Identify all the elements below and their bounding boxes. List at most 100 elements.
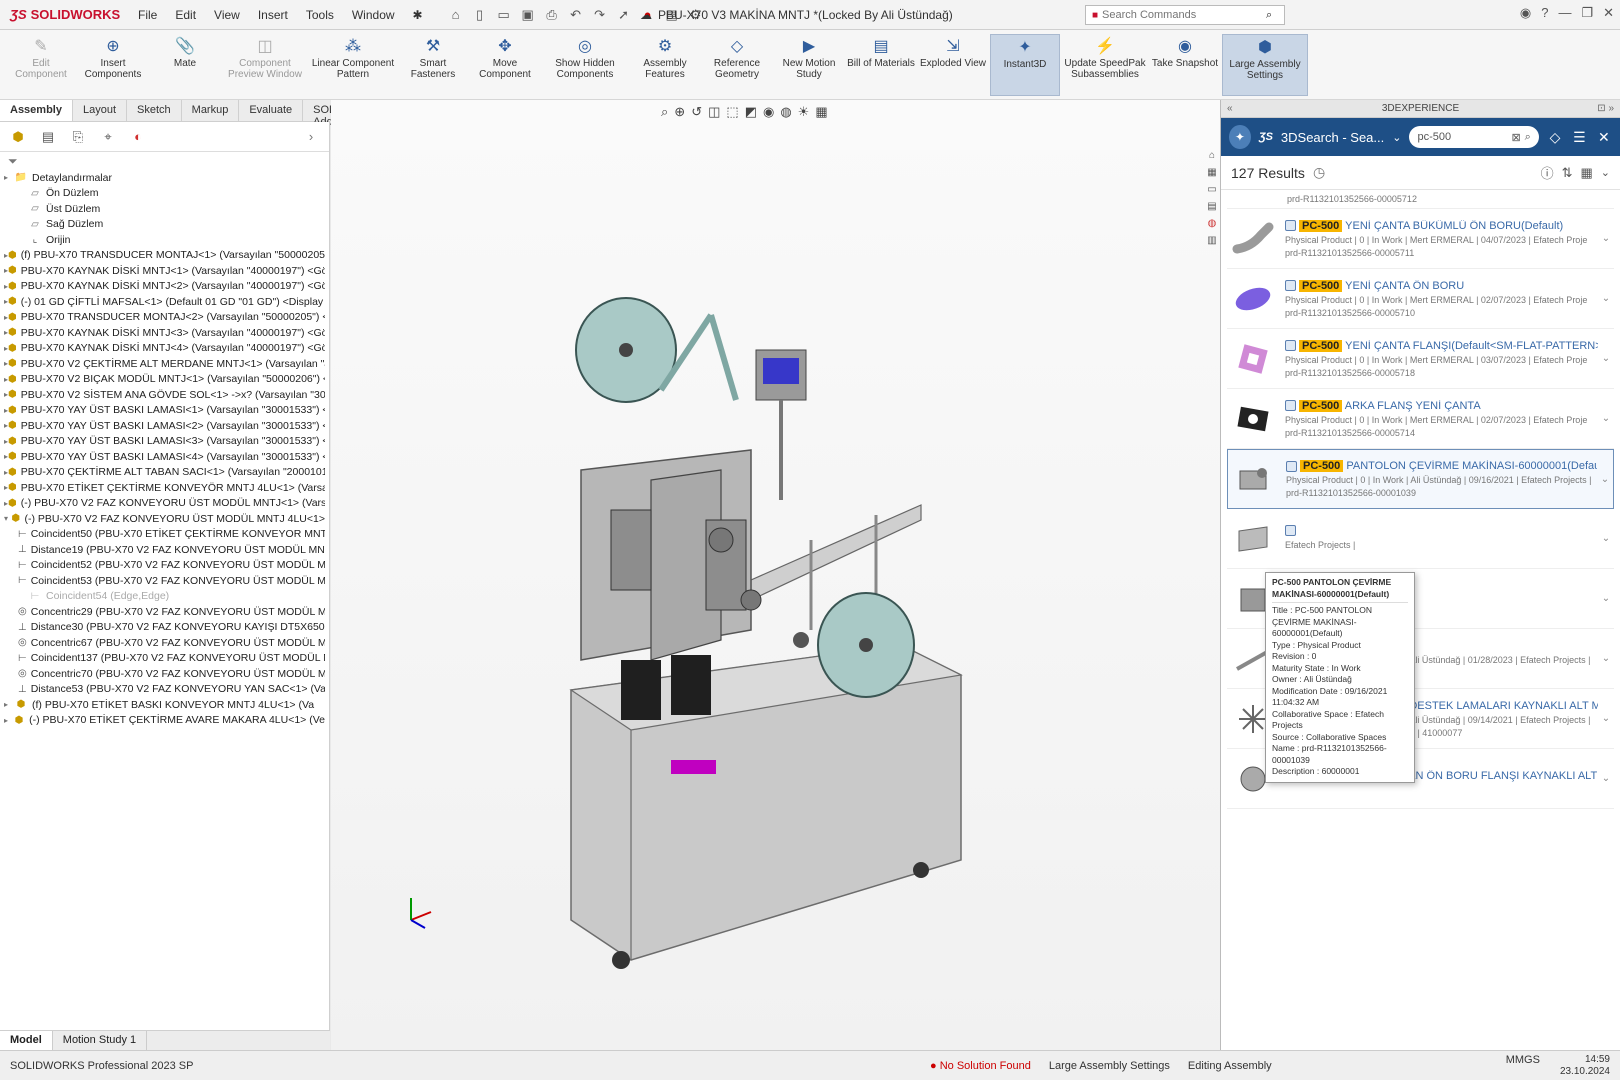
units-selector[interactable]: MMGS [1506, 1054, 1540, 1078]
tree-node[interactable]: ⊢ Coincident52 (PBU-X70 V2 FAZ KONVEYORU … [4, 558, 325, 574]
solidworks-logo[interactable]: ƷS SOLIDWORKS [0, 7, 130, 22]
user-account-icon[interactable]: ◉ [1520, 5, 1531, 21]
tab-markup[interactable]: Markup [182, 100, 240, 121]
app-name[interactable]: 3DSearch - Sea... [1281, 130, 1384, 145]
tree-node[interactable]: ▸ ⬢ (-) PBU-X70 ETİKET ÇEKTİRME AVARE MAKA… [4, 713, 325, 729]
tree-node[interactable]: ◎ Concentric29 (PBU-X70 V2 FAZ KONVEYORU … [4, 604, 325, 620]
tree-node[interactable]: ⊢ Coincident137 (PBU-X70 V2 FAZ KONVEYORU… [4, 651, 325, 667]
tree-node[interactable]: ⊥ Distance30 (PBU-X70 V2 FAZ KONVEYORU KA… [4, 620, 325, 636]
tree-node[interactable]: ⊥ Distance53 (PBU-X70 V2 FAZ KONVEYORU YA… [4, 682, 325, 698]
menu-edit[interactable]: Edit [167, 5, 204, 25]
tree-node[interactable]: ▸ ⬢ PBU-X70 KAYNAK DİSKİ MNTJ<1> (Varsayıl… [4, 263, 325, 279]
tree-node[interactable]: ⌞ Orijin [4, 232, 325, 248]
tree-filter[interactable]: ⏷ [0, 152, 329, 170]
filter-icon[interactable]: ⏷ [8, 154, 18, 168]
info-icon[interactable]: ⓘ [1541, 163, 1554, 182]
ribbon-button[interactable]: ✥ Move Component [470, 34, 540, 96]
solidworks-resources-icon[interactable]: ⌂ [1209, 150, 1215, 161]
expand-arrow-icon[interactable]: ▸ [4, 700, 14, 709]
expand-result-chevron-icon[interactable]: ⌄ [1598, 413, 1614, 424]
expand-result-chevron-icon[interactable]: ⌄ [1597, 474, 1613, 485]
tree-node[interactable]: ▸ ⬢ (-) 01 GD ÇİFTLİ MAFSAL<1> (Default 01… [4, 294, 325, 310]
search-icon[interactable]: ⌕ [1266, 9, 1272, 22]
ribbon-button[interactable]: ◫ Component Preview Window [222, 34, 308, 96]
search-result-item[interactable]: PC-500 YENİ ÇANTA ÖN BORU Physical Produc… [1227, 269, 1614, 329]
grid-view-icon[interactable]: ▦ [1580, 165, 1592, 181]
restore-icon[interactable]: ❐ [1581, 5, 1593, 21]
select-arrow-icon[interactable]: ➚ [615, 6, 633, 24]
file-explorer-icon[interactable]: ▭ [1207, 184, 1216, 195]
search-result-item[interactable]: PC-500 YENİ ÇANTA FLANŞI(Default<SM-FLAT… [1227, 329, 1614, 389]
expand-arrow-icon[interactable]: ▸ [4, 716, 13, 725]
expand-arrow-icon[interactable]: ▸ [4, 173, 14, 182]
tree-node[interactable]: ▾ ⬢ (-) PBU-X70 V2 FAZ KONVEYORU ÜST MODÜL… [4, 511, 325, 527]
pin-icon[interactable]: ✱ [405, 5, 431, 25]
tree-node[interactable]: ▸ ⬢ PBU-X70 ETİKET ÇEKTİRME KONVEYÖR MNTJ … [4, 480, 325, 496]
open-folder-icon[interactable]: ▭ [495, 6, 513, 24]
search-field[interactable]: ⊠ ⌕ [1409, 126, 1539, 148]
dimxpert-tab-icon[interactable]: ⌖ [98, 127, 118, 147]
tab-evaluate[interactable]: Evaluate [239, 100, 304, 121]
clear-search-icon[interactable]: ⊠ [1511, 131, 1520, 144]
close-icon[interactable]: ✕ [1603, 5, 1614, 21]
graphics-area[interactable]: ⌕ ⊕ ↺ ◫ ⬚ ◩ ◉ ◍ ☀ ▦ ⌂ ▦ ▭ ▤ ◍ ▥ [331, 100, 1220, 1050]
expand-chevron-icon[interactable]: ⌄ [1601, 166, 1610, 179]
expand-result-chevron-icon[interactable]: ⌄ [1598, 533, 1614, 544]
tree-node[interactable]: ▸ ⬢ PBU-X70 V2 SİSTEM ANA GÖVDE SOL<1> ->x… [4, 387, 325, 403]
collapse-panel-icon[interactable]: « [1227, 103, 1233, 114]
tree-node[interactable]: ◎ Concentric67 (PBU-X70 V2 FAZ KONVEYORU … [4, 635, 325, 651]
panel-expand-icon[interactable]: › [301, 127, 321, 147]
home-icon[interactable]: ⌂ [447, 6, 465, 24]
design-library-icon[interactable]: ▦ [1207, 167, 1216, 178]
ribbon-button[interactable]: ⬢ Large Assembly Settings [1222, 34, 1308, 96]
tree-node[interactable]: ▸ 📁 Detaylandırmalar [4, 170, 325, 186]
tag-icon[interactable]: ◇ [1547, 129, 1563, 146]
tree-node[interactable]: ▸ ⬢ PBU-X70 KAYNAK DİSKİ MNTJ<3> (Varsayıl… [4, 325, 325, 341]
print-icon[interactable]: ⎙ [543, 6, 561, 24]
collapse-arrow-icon[interactable]: ▾ [4, 514, 11, 523]
appearances-icon[interactable]: ◍ [1208, 218, 1217, 229]
display-manager-tab-icon[interactable]: ◐ [128, 127, 148, 147]
panel-pin-icon[interactable]: ⊡ » [1597, 103, 1614, 114]
tree-node[interactable]: ▸ ⬢ (f) PBU-X70 TRANSDUCER MONTAJ<1> (Vars… [4, 248, 325, 264]
ribbon-button[interactable]: ▤ Bill of Materials [846, 34, 916, 96]
tree-node[interactable]: ▱ Sağ Düzlem [4, 217, 325, 233]
ribbon-button[interactable]: ⚙ Assembly Features [630, 34, 700, 96]
tree-node[interactable]: ▸ ⬢ PBU-X70 KAYNAK DİSKİ MNTJ<4> (Varsayıl… [4, 341, 325, 357]
large-assembly-status[interactable]: Large Assembly Settings [1049, 1060, 1170, 1072]
tree-node[interactable]: ▸ ⬢ PBU-X70 TRANSDUCER MONTAJ<2> (Varsayıl… [4, 310, 325, 326]
ribbon-button[interactable]: ✦ Instant3D [990, 34, 1060, 96]
tab-assembly[interactable]: Assembly [0, 100, 73, 121]
ribbon-button[interactable]: ◎ Show Hidden Components [542, 34, 628, 96]
menu-window[interactable]: Window [344, 5, 403, 25]
expand-result-chevron-icon[interactable]: ⌄ [1598, 593, 1614, 604]
ribbon-button[interactable]: ✎ Edit Component [6, 34, 76, 96]
tree-node[interactable]: ⊢ Coincident50 (PBU-X70 ETİKET ÇEKTİRME K… [4, 527, 325, 543]
ribbon-button[interactable]: ⁂ Linear Component Pattern [310, 34, 396, 96]
expand-result-chevron-icon[interactable]: ⌄ [1598, 353, 1614, 364]
expand-result-chevron-icon[interactable]: ⌄ [1598, 653, 1614, 664]
help-icon[interactable]: ? [1541, 5, 1548, 21]
tree-node[interactable]: ▸ ⬢ PBU-X70 YAY ÜST BASKI LAMASI<4> (Varsa… [4, 449, 325, 465]
3dexperience-compass-icon[interactable]: ✦ [1229, 125, 1251, 149]
search-icon[interactable]: ⌕ [1525, 131, 1531, 144]
tab-motion-study[interactable]: Motion Study 1 [53, 1031, 148, 1050]
tree-node[interactable]: ▸ ⬢ PBU-X70 KAYNAK DİSKİ MNTJ<2> (Varsayıl… [4, 279, 325, 295]
save-icon[interactable]: ▣ [519, 6, 537, 24]
tree-node[interactable]: ◎ Concentric70 (PBU-X70 V2 FAZ KONVEYORU … [4, 666, 325, 682]
expand-result-chevron-icon[interactable]: ⌄ [1598, 773, 1614, 784]
search-result-item[interactable]: PC-500 YENİ ÇANTA BÜKÜMLÜ ÖN BORU(Defaul… [1227, 209, 1614, 269]
search-input[interactable] [1417, 131, 1508, 143]
rebuild-error-status[interactable]: ● No Solution Found [930, 1060, 1031, 1072]
menu-icon[interactable]: ☰ [1571, 129, 1587, 146]
ribbon-button[interactable]: ⚡ Update SpeedPak Subassemblies [1062, 34, 1148, 96]
search-commands-input[interactable] [1102, 9, 1263, 21]
expand-result-chevron-icon[interactable]: ⌄ [1598, 233, 1614, 244]
tree-node[interactable]: ⊢ Coincident54 (Edge,Edge) [4, 589, 325, 605]
undo-icon[interactable]: ↶ [567, 6, 585, 24]
configuration-manager-tab-icon[interactable]: ⎘ [68, 127, 88, 147]
minimize-icon[interactable]: — [1558, 5, 1571, 21]
menu-view[interactable]: View [206, 5, 248, 25]
ribbon-button[interactable]: ◇ Reference Geometry [702, 34, 772, 96]
tree-node[interactable]: ▸ ⬢ PBU-X70 V2 BIÇAK MODÜL MNTJ<1> (Varsay… [4, 372, 325, 388]
